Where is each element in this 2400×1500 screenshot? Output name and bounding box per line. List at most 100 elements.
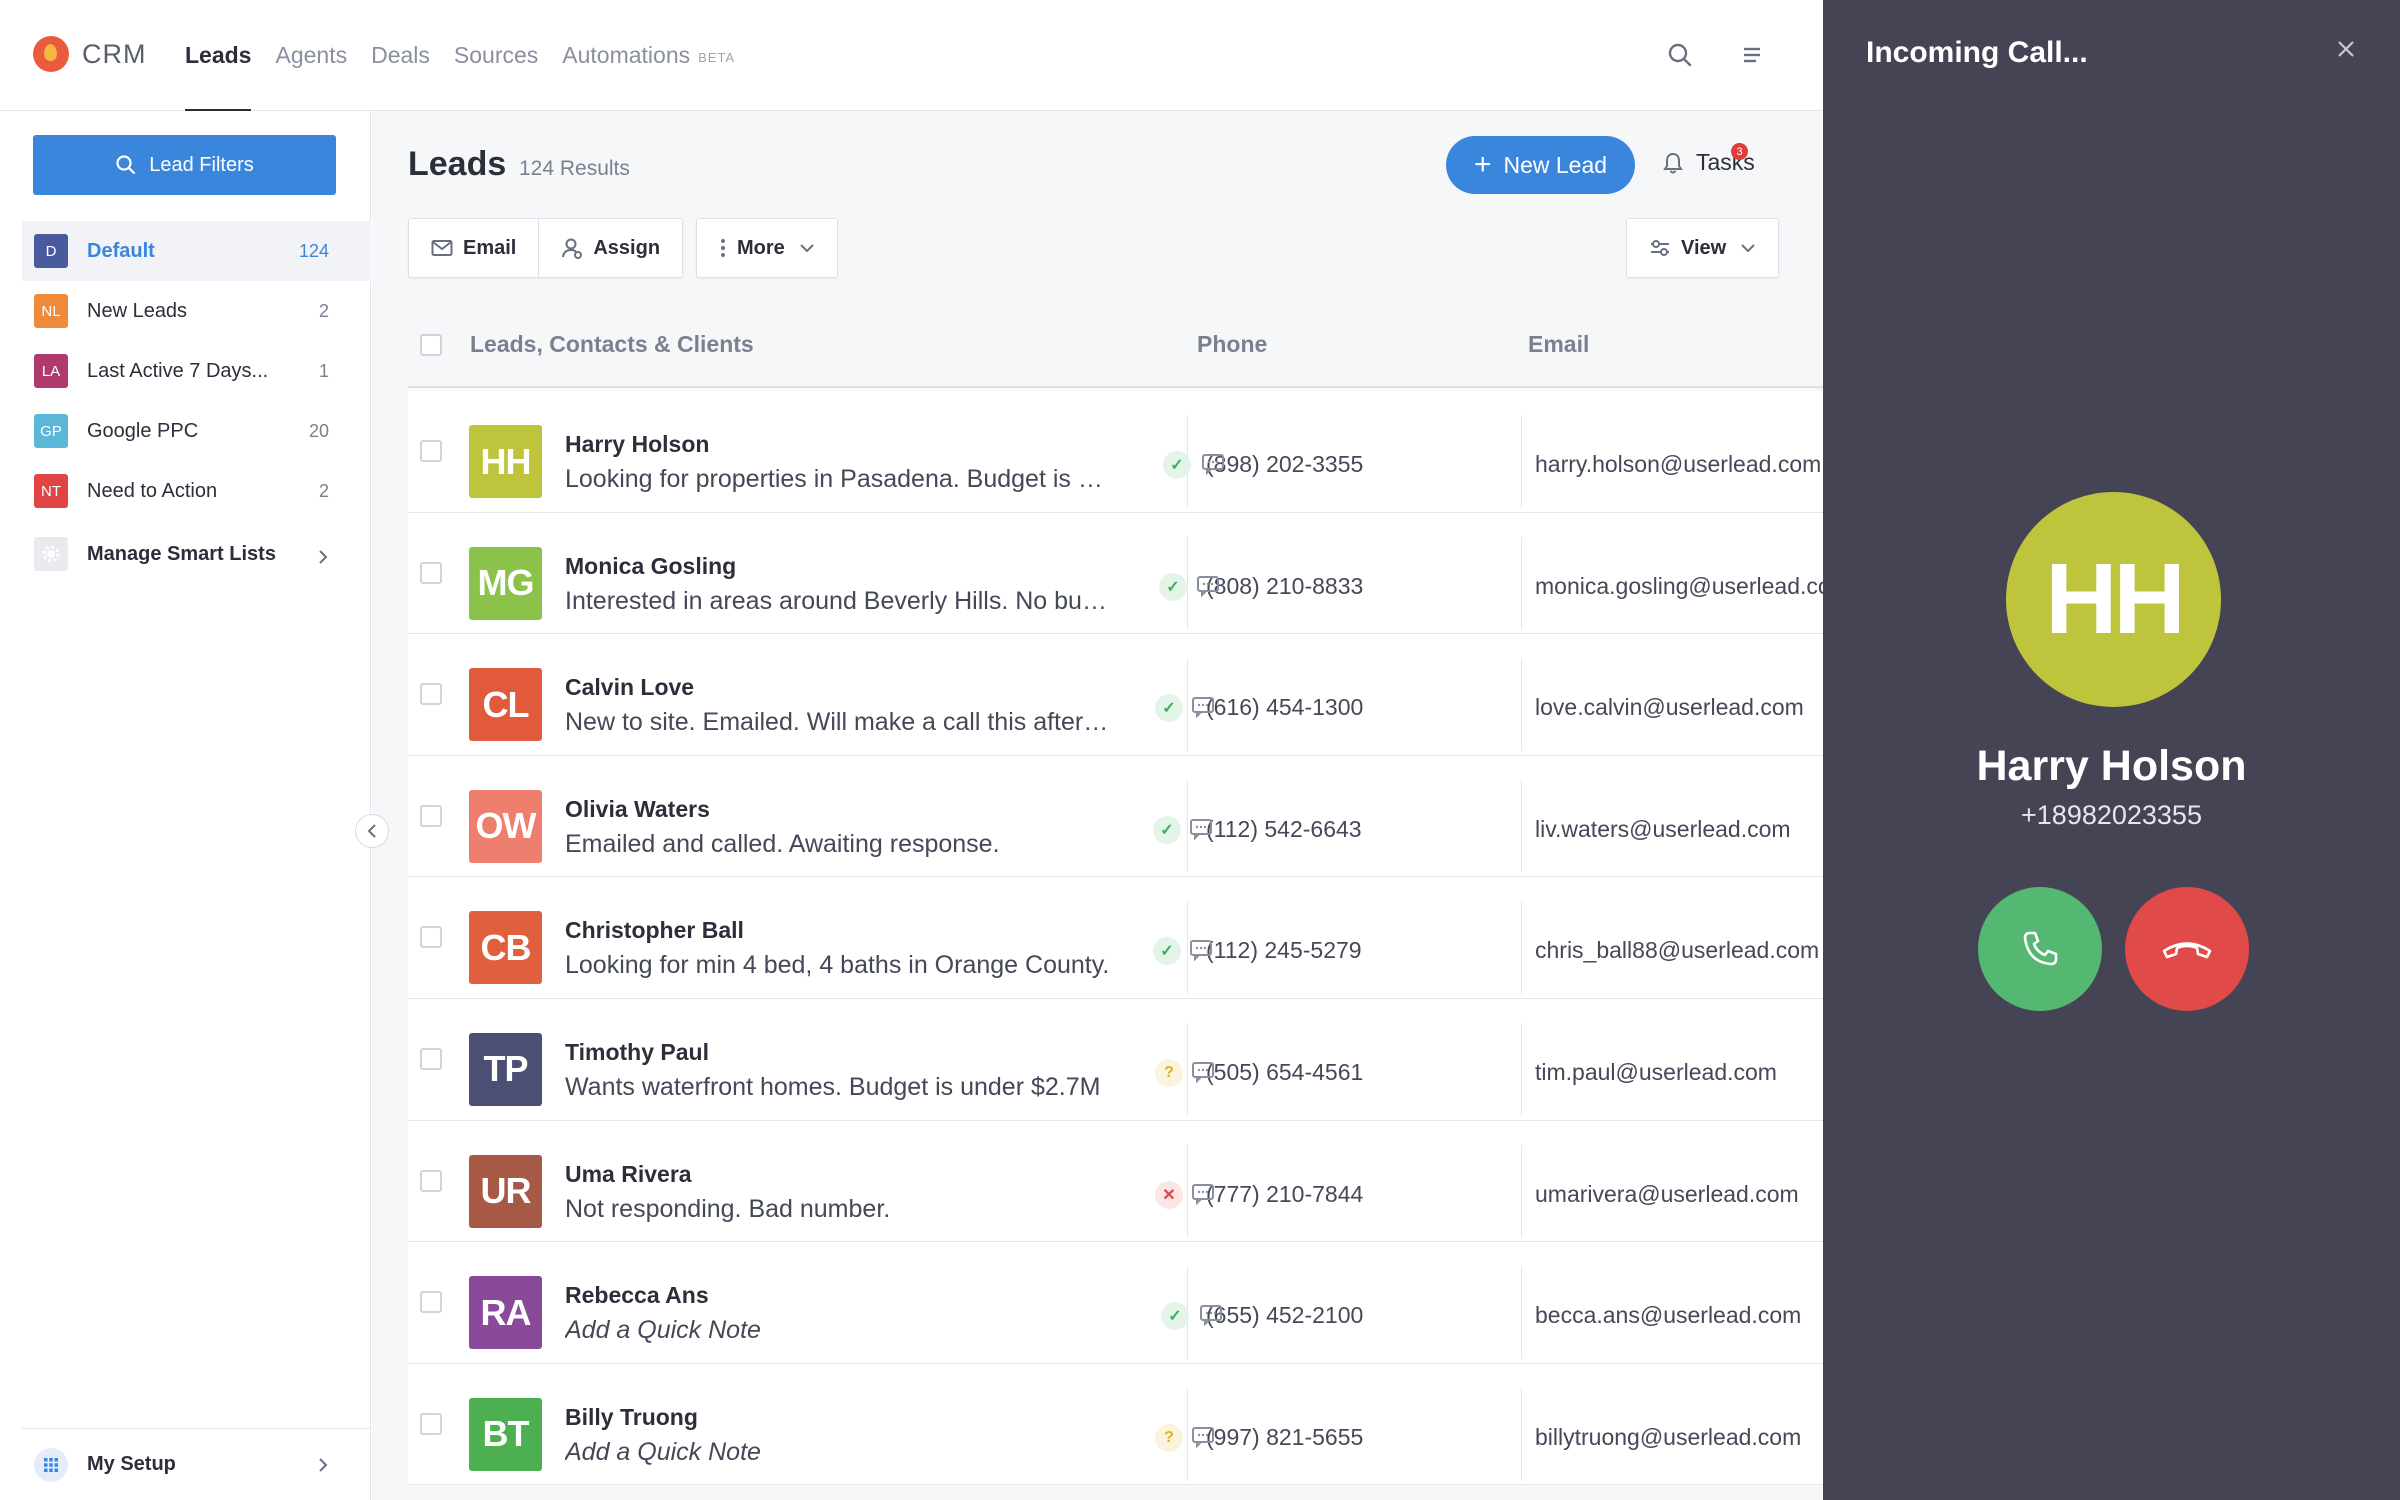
lead-name[interactable]: Calvin Love <box>565 674 694 701</box>
lead-phone[interactable]: (616) 454-1300 <box>1206 694 1363 721</box>
sms-icon[interactable] <box>1201 452 1225 476</box>
lead-phone[interactable]: (112) 245-5279 <box>1206 937 1362 964</box>
sms-icon[interactable] <box>1191 695 1215 719</box>
table-row[interactable]: HH Harry Holson Looking for properties in … <box>408 391 1823 513</box>
column-divider <box>1521 1022 1522 1116</box>
bell-icon <box>1663 152 1683 173</box>
accept-call-button[interactable] <box>1978 887 2102 1011</box>
close-icon[interactable] <box>2335 38 2357 65</box>
collapse-sidebar-button[interactable] <box>355 814 389 848</box>
chevron-right-icon <box>319 550 328 564</box>
sms-icon[interactable] <box>1191 1425 1215 1449</box>
nav-agents[interactable]: Agents <box>275 0 347 111</box>
manage-smart-lists[interactable]: Manage Smart Lists <box>22 521 371 587</box>
lead-email[interactable]: liv.waters@userlead.com <box>1535 816 1791 843</box>
tasks-count-badge: 3 <box>1731 143 1748 160</box>
lead-name[interactable]: Uma Rivera <box>565 1161 692 1188</box>
table-row[interactable]: RA Rebecca Ans Add a Quick Note (655) 452-2… <box>408 1242 1823 1364</box>
lead-phone[interactable]: (997) 821-5655 <box>1206 1424 1363 1451</box>
table-row[interactable]: TP Timothy Paul Wants waterfront homes. Bu… <box>408 998 1823 1121</box>
column-header-email[interactable]: Email <box>1528 331 1589 358</box>
sms-icon[interactable] <box>1189 817 1213 841</box>
more-dropdown[interactable]: More <box>696 218 838 278</box>
row-checkbox[interactable] <box>420 440 442 462</box>
plus-icon: + <box>1473 148 1492 181</box>
row-checkbox[interactable] <box>420 804 442 827</box>
my-setup[interactable]: My Setup <box>22 1428 371 1500</box>
lead-email[interactable]: harry.holson@userlead.com <box>1535 451 1821 478</box>
lead-name[interactable]: Timothy Paul <box>565 1039 709 1066</box>
gear-icon <box>34 537 68 571</box>
sms-icon[interactable] <box>1199 1303 1223 1327</box>
assign-button[interactable]: Assign <box>538 219 682 277</box>
sidebar: Lead Filters D Default 124 NL New Leads … <box>0 111 371 1500</box>
table-row[interactable]: UR Uma Rivera Not responding. Bad number. (… <box>408 1120 1823 1243</box>
sidebar-item-label: Default <box>87 239 155 262</box>
unverified-question-icon: ? <box>1155 1423 1183 1452</box>
row-checkbox[interactable] <box>420 1412 442 1435</box>
lead-email[interactable]: umarivera@userlead.com <box>1535 1181 1799 1208</box>
lead-note[interactable]: Add a Quick Note <box>565 1438 1110 1467</box>
lead-phone[interactable]: (112) 542-6643 <box>1206 816 1362 843</box>
view-dropdown[interactable]: View <box>1626 218 1780 278</box>
lead-note[interactable]: Add a Quick Note <box>565 1316 1110 1345</box>
lead-email[interactable]: monica.gosling@userlead.com <box>1535 573 1823 600</box>
lead-email[interactable]: becca.ans@userlead.com <box>1535 1302 1801 1329</box>
row-checkbox[interactable] <box>420 1169 442 1192</box>
row-checkbox[interactable] <box>420 1047 442 1070</box>
nav-deals[interactable]: Deals <box>371 0 430 111</box>
lead-name[interactable]: Christopher Ball <box>565 917 744 944</box>
table-row[interactable]: MG Monica Gosling Interested in areas arou… <box>408 512 1823 635</box>
lead-name[interactable]: Monica Gosling <box>565 553 736 580</box>
column-header-leads[interactable]: Leads, Contacts & Clients <box>470 331 754 358</box>
leads-table: HH Harry Holson Looking for properties in … <box>408 391 1823 1486</box>
view-button[interactable]: View <box>1627 219 1778 277</box>
sms-icon[interactable] <box>1191 1182 1215 1206</box>
email-button[interactable]: Email <box>409 219 538 277</box>
sms-icon[interactable] <box>1191 1060 1215 1084</box>
unverified-question-icon: ? <box>1155 1058 1183 1087</box>
decline-call-button[interactable] <box>2125 887 2249 1011</box>
lead-phone[interactable]: (777) 210-7844 <box>1206 1181 1363 1208</box>
lead-phone[interactable]: (655) 452-2100 <box>1206 1302 1363 1329</box>
chevron-down-icon <box>800 244 814 253</box>
row-checkbox[interactable] <box>420 1291 442 1314</box>
row-checkbox[interactable] <box>420 926 442 949</box>
select-all-checkbox[interactable] <box>420 334 442 356</box>
lead-name[interactable]: Rebecca Ans <box>565 1282 709 1309</box>
nav-leads[interactable]: Leads <box>185 0 252 112</box>
menu-icon[interactable] <box>1737 40 1767 70</box>
lead-email[interactable]: billytruong@userlead.com <box>1535 1424 1801 1451</box>
table-row[interactable]: CB Christopher Ball Looking for min 4 bed,… <box>408 877 1823 999</box>
lead-name[interactable]: Billy Truong <box>565 1404 698 1431</box>
table-row[interactable]: OW Olivia Waters Emailed and called. Await… <box>408 755 1823 878</box>
table-row[interactable]: CL Calvin Love New to site. Emailed. Will … <box>408 634 1823 756</box>
lead-filters-button[interactable]: Lead Filters <box>33 135 336 195</box>
lead-phone[interactable]: (898) 202-3355 <box>1206 451 1363 478</box>
brand[interactable]: CRM <box>33 36 147 72</box>
sidebar-item-last-active[interactable]: LA Last Active 7 Days... 1 <box>22 341 371 401</box>
lead-phone[interactable]: (505) 654-4561 <box>1206 1059 1363 1086</box>
sidebar-item-default[interactable]: D Default 124 <box>22 221 371 281</box>
sidebar-item-need-to-action[interactable]: NT Need to Action 2 <box>22 461 371 521</box>
lead-email[interactable]: love.calvin@userlead.com <box>1535 694 1804 721</box>
lead-email[interactable]: tim.paul@userlead.com <box>1535 1059 1777 1086</box>
column-header-phone[interactable]: Phone <box>1197 331 1267 358</box>
row-checkbox[interactable] <box>420 683 442 706</box>
sms-icon[interactable] <box>1189 938 1213 962</box>
sidebar-item-google-ppc[interactable]: GP Google PPC 20 <box>22 401 371 461</box>
sms-icon[interactable] <box>1196 574 1220 598</box>
more-button[interactable]: More <box>697 219 837 277</box>
lead-phone[interactable]: (808) 210-8833 <box>1206 573 1363 600</box>
search-icon[interactable] <box>1665 40 1695 70</box>
nav-sources[interactable]: Sources <box>454 0 538 111</box>
lead-name[interactable]: Olivia Waters <box>565 796 710 823</box>
new-lead-button[interactable]: + New Lead <box>1446 136 1635 194</box>
tasks-button[interactable]: Tasks 3 <box>1662 143 1755 176</box>
table-row[interactable]: BT Billy Truong Add a Quick Note (997) 821-… <box>408 1363 1823 1486</box>
nav-automations[interactable]: Automations BETA <box>562 0 735 111</box>
lead-email[interactable]: chris_ball88@userlead.com <box>1535 937 1819 964</box>
row-checkbox[interactable] <box>420 561 442 584</box>
sidebar-item-new-leads[interactable]: NL New Leads 2 <box>22 281 371 341</box>
lead-name[interactable]: Harry Holson <box>565 431 709 458</box>
